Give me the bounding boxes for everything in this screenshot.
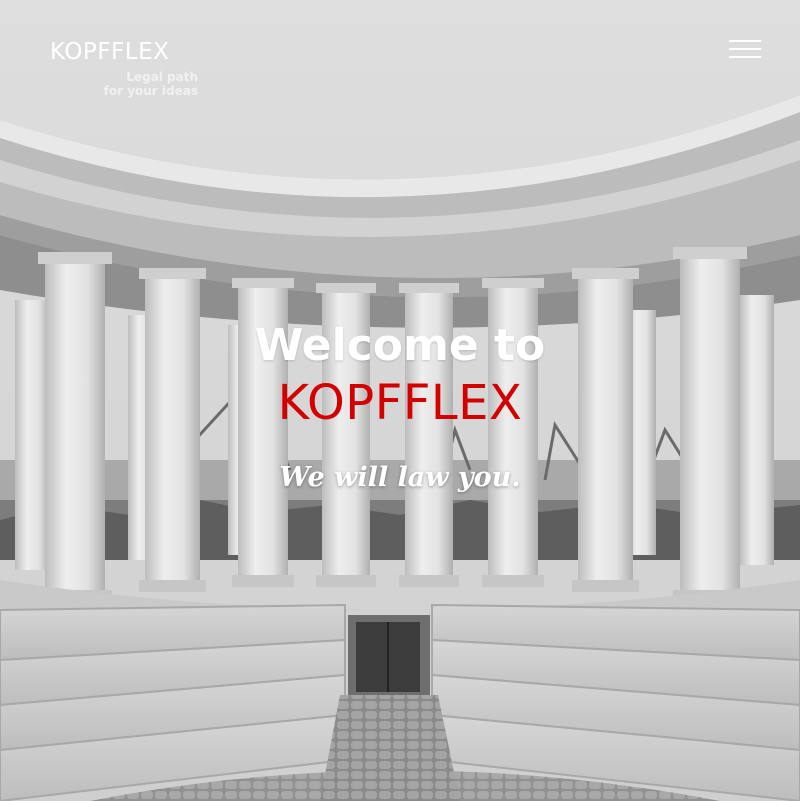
menu-bar: [729, 40, 761, 42]
hero-heading-brand: KOPFFLEX: [277, 375, 523, 431]
logo-tagline-line-2: for your ideas: [103, 84, 198, 98]
menu-bar: [729, 56, 761, 58]
logo-tagline-line-1: Legal path: [126, 70, 198, 84]
hero-section: KOPFFLEX Legal path for your ideas Welco…: [0, 0, 800, 801]
hero-subheading: We will law you.: [279, 462, 521, 493]
site-logo[interactable]: KOPFFLEX Legal path for your ideas: [50, 38, 198, 98]
hero-heading: Welcome to KOPFFLEX: [0, 318, 800, 432]
menu-bar: [729, 48, 761, 50]
hero-heading-welcome: Welcome to: [254, 320, 546, 371]
logo-wordmark: KOPFFLEX: [50, 39, 170, 65]
hamburger-menu-icon[interactable]: [729, 40, 761, 60]
